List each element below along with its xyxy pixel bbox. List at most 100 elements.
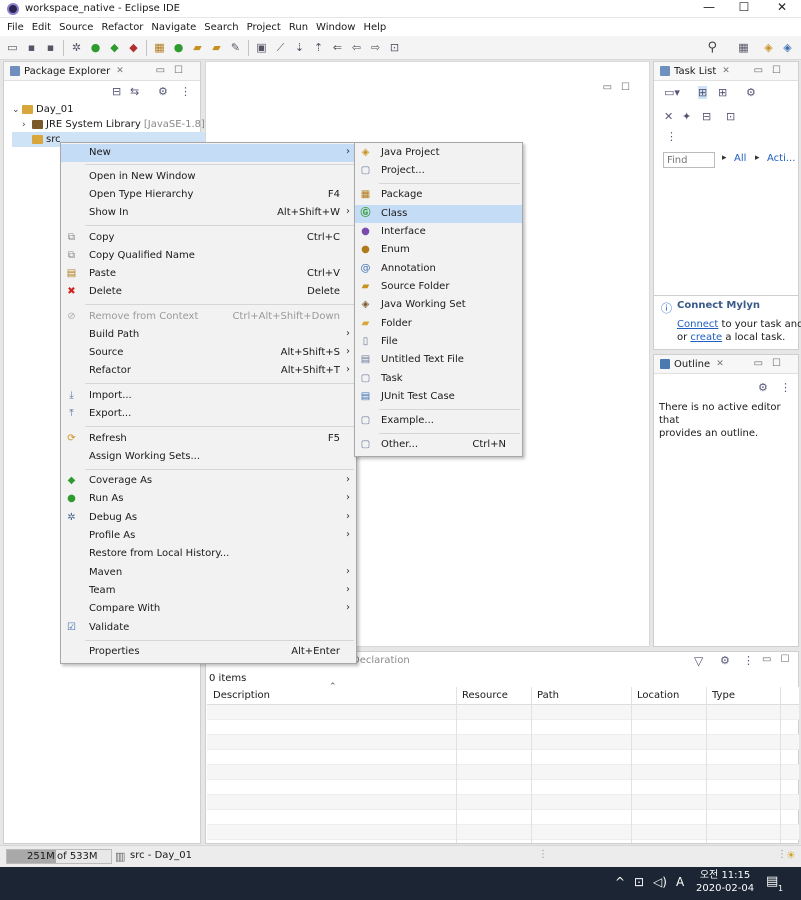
menu-search[interactable]: Search bbox=[200, 22, 242, 33]
chevron-down-icon[interactable]: ⌄ bbox=[12, 105, 22, 115]
java-perspective-icon[interactable]: ◈ bbox=[781, 41, 794, 54]
menu-item-run-as[interactable]: ● Run As › bbox=[61, 490, 356, 508]
minimize-button[interactable]: — bbox=[690, 0, 728, 17]
save-icon[interactable]: ▪ bbox=[25, 41, 38, 54]
last-edit-icon[interactable]: ⇐ bbox=[331, 41, 344, 54]
menu-file[interactable]: File bbox=[3, 22, 28, 33]
menu-item-refresh[interactable]: ⟳ Refresh F5 bbox=[61, 430, 356, 448]
menu-item-paste[interactable]: ▤ Paste Ctrl+V bbox=[61, 265, 356, 283]
menu-item-delete[interactable]: ✖ Delete Delete bbox=[61, 283, 356, 301]
categorized-icon[interactable]: ⊞ bbox=[698, 86, 708, 99]
tree-item-jre[interactable]: › JRE System Library [JavaSE-1.8] bbox=[12, 117, 205, 132]
configure-icon[interactable]: ⚙ bbox=[720, 654, 730, 667]
collapse-icon[interactable]: ✕ bbox=[664, 110, 673, 123]
menu-item-assign-working-sets[interactable]: Assign Working Sets... bbox=[61, 448, 356, 466]
filter-icon[interactable]: ⚙ bbox=[158, 85, 168, 98]
submenu-item-folder[interactable]: ▰ Folder bbox=[355, 315, 522, 333]
prev-annotation-icon[interactable]: ⇡ bbox=[312, 41, 325, 54]
tree-item-project[interactable]: ⌄ Day_01 bbox=[12, 102, 205, 117]
submenu-item-java-project[interactable]: ◈ Java Project bbox=[355, 144, 522, 162]
view-controls[interactable]: ▭☐ bbox=[762, 654, 798, 665]
collapse-all-icon[interactable]: ⊟ bbox=[112, 85, 121, 98]
connect-link[interactable]: Connect bbox=[677, 319, 718, 330]
save-all-icon[interactable]: ▪ bbox=[44, 41, 57, 54]
view-controls[interactable]: ▭☐ bbox=[156, 65, 192, 76]
terminal-icon[interactable]: ▣ bbox=[255, 41, 268, 54]
submenu-item-project[interactable]: ▢ Project... bbox=[355, 162, 522, 180]
view-controls[interactable]: ▭☐ bbox=[754, 358, 790, 369]
network-icon[interactable]: ⊡ bbox=[634, 875, 644, 889]
lightbulb-icon[interactable]: ☀ bbox=[786, 849, 796, 862]
menu-item-show-in[interactable]: Show In Alt+Shift+W › bbox=[61, 204, 356, 222]
filter-icon[interactable]: ▽ bbox=[694, 654, 703, 668]
close-icon[interactable]: ✕ bbox=[722, 66, 730, 76]
submenu-item-source-folder[interactable]: ▰ Source Folder bbox=[355, 278, 522, 296]
close-icon[interactable]: ✕ bbox=[116, 66, 124, 76]
menu-item-open-in-new-window[interactable]: Open in New Window bbox=[61, 168, 356, 186]
menu-item-maven[interactable]: Maven › bbox=[61, 564, 356, 582]
column-location[interactable]: Location bbox=[637, 690, 679, 701]
submenu-item-enum[interactable]: ● Enum bbox=[355, 241, 522, 259]
menu-help[interactable]: Help bbox=[359, 22, 390, 33]
menu-navigate[interactable]: Navigate bbox=[147, 22, 200, 33]
filter-icon[interactable]: ⚙ bbox=[758, 381, 768, 394]
column-description[interactable]: Description bbox=[213, 690, 270, 701]
submenu-item-package[interactable]: ▦ Package bbox=[355, 186, 522, 204]
maximize-button[interactable]: ☐ bbox=[725, 0, 763, 17]
ime-indicator[interactable]: A bbox=[676, 875, 684, 889]
menu-item-validate[interactable]: ☑ Validate bbox=[61, 619, 356, 637]
submenu-item-interface[interactable]: ● Interface bbox=[355, 223, 522, 241]
menu-source[interactable]: Source bbox=[55, 22, 97, 33]
notification-icon[interactable]: ▤ bbox=[766, 874, 778, 889]
back-icon[interactable]: ⇦ bbox=[350, 41, 363, 54]
menu-item-coverage-as[interactable]: ◆ Coverage As › bbox=[61, 472, 356, 490]
run-icon[interactable]: ● bbox=[89, 41, 102, 54]
menu-item-refactor[interactable]: Refactor Alt+Shift+T › bbox=[61, 362, 356, 380]
menu-item-compare-with[interactable]: Compare With › bbox=[61, 600, 356, 618]
java-ee-perspective-icon[interactable]: ◈ bbox=[762, 41, 775, 54]
view-menu-icon[interactable]: ⋮ bbox=[666, 130, 677, 143]
sync-icon[interactable]: ⊟ bbox=[702, 110, 711, 123]
submenu-item-task[interactable]: ▢ Task bbox=[355, 370, 522, 388]
open-perspective-icon[interactable]: ▦ bbox=[737, 41, 750, 54]
submenu-item-junit-test-case[interactable]: ▤ JUnit Test Case bbox=[355, 388, 522, 406]
forward-icon[interactable]: ⇨ bbox=[369, 41, 382, 54]
activate-link[interactable]: Acti... bbox=[767, 153, 795, 164]
column-resource[interactable]: Resource bbox=[462, 690, 508, 701]
submenu-item-example[interactable]: ▢ Example... bbox=[355, 412, 522, 430]
submenu-item-class[interactable]: Ⓖ Class bbox=[355, 205, 522, 223]
column-path[interactable]: Path bbox=[537, 690, 559, 701]
view-menu-icon[interactable]: ⋮ bbox=[780, 381, 791, 394]
new-icon[interactable]: ▭ bbox=[6, 41, 19, 54]
new-class-icon[interactable]: ● bbox=[172, 41, 185, 54]
focus-icon[interactable]: ✦ bbox=[682, 110, 691, 123]
menu-refactor[interactable]: Refactor bbox=[97, 22, 147, 33]
column-type[interactable]: Type bbox=[712, 690, 735, 701]
garbage-collect-icon[interactable]: ▥ bbox=[115, 850, 125, 863]
menu-item-restore-history[interactable]: Restore from Local History... bbox=[61, 545, 356, 563]
scheduled-icon[interactable]: ⊞ bbox=[718, 86, 727, 99]
submenu-item-java-working-set[interactable]: ◈ Java Working Set bbox=[355, 296, 522, 314]
new-package-icon[interactable]: ▦ bbox=[153, 41, 166, 54]
wand-icon[interactable]: ✎ bbox=[229, 41, 242, 54]
external-tools-icon[interactable]: ◆ bbox=[127, 41, 140, 54]
menu-item-build-path[interactable]: Build Path › bbox=[61, 326, 356, 344]
menu-project[interactable]: Project bbox=[243, 22, 285, 33]
menu-item-export[interactable]: ⤒ Export... bbox=[61, 405, 356, 423]
declaration-tab[interactable]: Declaration bbox=[352, 655, 410, 666]
menu-item-import[interactable]: ⤓ Import... bbox=[61, 387, 356, 405]
next-annotation-icon[interactable]: ⇣ bbox=[293, 41, 306, 54]
volume-icon[interactable]: ◁) bbox=[653, 875, 667, 889]
menu-item-open-type-hierarchy[interactable]: Open Type Hierarchy F4 bbox=[61, 186, 356, 204]
open-folder-icon[interactable]: ▰ bbox=[210, 41, 223, 54]
all-link[interactable]: All bbox=[734, 153, 746, 164]
view-controls[interactable]: ▭☐ bbox=[754, 65, 790, 76]
submenu-item-file[interactable]: ▯ File bbox=[355, 333, 522, 351]
view-menu-icon[interactable]: ⋮ bbox=[743, 654, 754, 667]
menu-item-profile-as[interactable]: Profile As › bbox=[61, 527, 356, 545]
menu-item-remove-from-context[interactable]: ⊘ Remove from Context Ctrl+Alt+Shift+Dow… bbox=[61, 308, 356, 326]
menu-edit[interactable]: Edit bbox=[28, 22, 55, 33]
new-task-icon[interactable]: ▭▾ bbox=[664, 86, 680, 99]
coverage-icon[interactable]: ◆ bbox=[108, 41, 121, 54]
submenu-item-untitled-text-file[interactable]: ▤ Untitled Text File bbox=[355, 351, 522, 369]
